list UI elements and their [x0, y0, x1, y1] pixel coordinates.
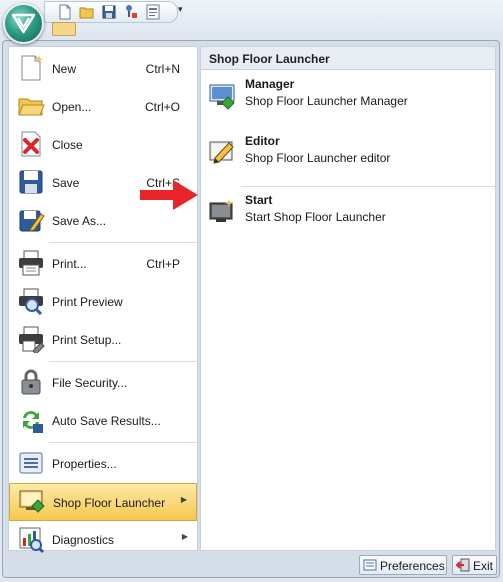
menu-item-label: Diagnostics	[52, 533, 115, 547]
padlock-icon	[17, 368, 45, 396]
submenu-item-description: Shop Floor Launcher Manager	[245, 94, 408, 108]
menu-item-auto-save-results[interactable]: Auto Save Results...	[9, 402, 197, 440]
menu-item-shop-floor-launcher[interactable]: Shop Floor Launcher ▶	[9, 483, 197, 521]
menu-item-label: Close	[52, 138, 83, 152]
menu-item-properties[interactable]: Properties...	[9, 445, 197, 483]
menu-separator	[49, 361, 197, 362]
exit-button[interactable]: Exit	[452, 555, 497, 575]
menu-item-print-setup[interactable]: Print Setup...	[9, 321, 197, 359]
submenu-header: Shop Floor Launcher	[201, 47, 495, 70]
menu-item-file-security[interactable]: File Security...	[9, 364, 197, 402]
preferences-icon	[363, 558, 377, 572]
shop-floor-launcher-icon	[18, 488, 46, 516]
exit-icon	[455, 558, 470, 572]
menu-item-label: Shop Floor Launcher	[53, 496, 166, 510]
submenu-pane: Shop Floor Launcher Manager Shop Floor L…	[200, 46, 496, 551]
qat-save-icon[interactable]	[101, 4, 117, 20]
menu-item-print-preview[interactable]: Print Preview	[9, 283, 197, 321]
qat-customize-icon[interactable]: ▾	[178, 4, 183, 15]
editor-pencil-icon	[207, 138, 237, 168]
menu-item-label: File Security...	[52, 376, 128, 390]
print-setup-icon	[17, 325, 45, 355]
submenu-item-title: Manager	[245, 77, 295, 91]
menu-item-shortcut: Ctrl+P	[146, 257, 180, 271]
menu-item-label: Save As...	[52, 214, 107, 228]
menu-item-close[interactable]: Close	[9, 126, 197, 164]
open-folder-icon	[17, 92, 45, 120]
menu-separator	[49, 442, 197, 443]
start-launcher-icon	[207, 197, 237, 227]
close-document-icon	[17, 130, 45, 158]
menu-item-label: Save	[52, 176, 80, 190]
application-menu: New Ctrl+N Open... Ctrl+O Close Save Ctr…	[2, 40, 500, 578]
submenu-item-title: Editor	[245, 134, 280, 148]
submenu-arrow-icon: ▶	[180, 495, 187, 504]
menu-item-new[interactable]: New Ctrl+N	[9, 50, 197, 88]
save-as-icon	[17, 206, 45, 234]
print-preview-icon	[17, 287, 45, 316]
menu-item-label: Open...	[52, 100, 92, 114]
menu-items-pane: New Ctrl+N Open... Ctrl+O Close Save Ctr…	[8, 46, 198, 554]
diagnostics-icon	[17, 525, 45, 554]
submenu-item-editor[interactable]: Editor Shop Floor Launcher editor	[201, 130, 495, 184]
qat-open-icon[interactable]	[79, 4, 95, 20]
save-disk-icon	[17, 168, 45, 196]
submenu-title: Shop Floor Launcher	[209, 52, 330, 66]
application-orb-button[interactable]	[3, 3, 44, 44]
submenu-item-start[interactable]: Start Start Shop Floor Launcher	[201, 189, 495, 243]
printer-icon	[17, 249, 45, 277]
menu-item-shortcut: Ctrl+O	[144, 100, 180, 114]
submenu-arrow-icon: ▶	[181, 532, 188, 541]
submenu-item-title: Start	[245, 193, 273, 207]
manager-icon	[207, 81, 237, 111]
submenu-item-description: Start Shop Floor Launcher	[245, 210, 386, 224]
new-document-icon	[17, 54, 45, 82]
menu-item-label: Auto Save Results...	[52, 414, 161, 428]
preferences-label: Preferences	[380, 559, 445, 573]
title-bar: ▾	[0, 0, 503, 38]
properties-icon	[17, 449, 45, 477]
menu-item-label: Print...	[52, 257, 87, 271]
menu-footer: Preferences Exit	[3, 553, 499, 577]
quick-access-toolbar	[44, 1, 178, 23]
exit-label: Exit	[473, 559, 494, 573]
red-arrow-icon	[140, 180, 198, 210]
menu-item-open[interactable]: Open... Ctrl+O	[9, 88, 197, 126]
menu-separator	[49, 242, 197, 243]
menu-item-label: New	[52, 62, 77, 76]
qat-new-icon[interactable]	[57, 4, 73, 20]
auto-save-icon	[17, 406, 45, 434]
menu-item-print[interactable]: Print... Ctrl+P	[9, 245, 197, 283]
menu-item-label: Print Setup...	[52, 333, 122, 347]
qat-tool-icon[interactable]	[123, 4, 139, 20]
submenu-separator	[241, 186, 495, 187]
qat-report-icon[interactable]	[145, 4, 161, 20]
submenu-item-manager[interactable]: Manager Shop Floor Launcher Manager	[201, 73, 495, 127]
menu-item-label: Print Preview	[52, 295, 123, 309]
menu-item-label: Properties...	[52, 457, 117, 471]
submenu-item-description: Shop Floor Launcher editor	[245, 151, 391, 165]
menu-item-shortcut: Ctrl+N	[145, 62, 180, 76]
ribbon-tab-hint	[52, 22, 76, 36]
preferences-button[interactable]: Preferences	[359, 555, 447, 575]
